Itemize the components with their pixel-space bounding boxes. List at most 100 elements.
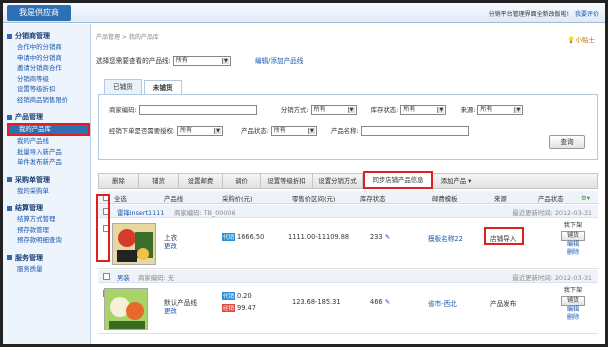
group-checkbox[interactable]	[103, 273, 110, 280]
dist-mode-select[interactable]: 所有 ▼	[310, 105, 357, 115]
bullet-icon	[7, 177, 12, 182]
add-product-button[interactable]: 添加产品 ▾	[433, 174, 479, 188]
delete-link[interactable]: 删除	[553, 249, 593, 257]
set-postage-button[interactable]: 设置邮费	[179, 174, 223, 188]
edit-product-line-link[interactable]: 编辑/添加产品线	[255, 57, 303, 65]
tips-link[interactable]: 💡小贴士	[567, 34, 595, 44]
sidebar-section-distributors: 分销商管理 合作中的分销商 申请中的分销商 邀请分销商合作 分销商等级 设置等级…	[3, 30, 90, 105]
product-name-label: 产品名称:	[330, 127, 359, 135]
sidebar-item[interactable]: 结算方式管理	[3, 214, 90, 225]
product-thumbnail[interactable]	[112, 223, 156, 265]
product-title-link[interactable]: 男装	[117, 273, 130, 282]
bullet-icon	[7, 114, 12, 120]
purchase-price-2: 经销 99.47	[222, 304, 256, 312]
list-button[interactable]: 铺货	[139, 174, 179, 188]
sidebar-item[interactable]: 批量导入新产品	[3, 147, 90, 158]
lightbulb-icon: 💡	[567, 36, 576, 44]
sidebar-item[interactable]: 邀请分销商合作	[3, 63, 90, 74]
brand-logo[interactable]: 我是供应商	[7, 5, 71, 21]
product-image	[113, 224, 155, 264]
sidebar-section-title[interactable]: 采购单管理	[3, 174, 90, 186]
sidebar-section-settlement: 结算管理 结算方式管理 预存款管理 预存款明细查询	[3, 202, 90, 246]
product-row: 默认产品线 更改 代销 0.20 经销 99.47 123.68-185.31 46…	[98, 284, 598, 334]
top-message: 分销平台管理界面全新改版啦! 我要评价	[489, 9, 599, 18]
feedback-link[interactable]: 我要评价	[575, 11, 599, 18]
chevron-down-icon: ▼	[307, 128, 315, 134]
sidebar-item[interactable]: 设置等级折扣	[3, 84, 90, 95]
filter-panel: 商家编码: 分销方式: 所有 ▼ 库存状态: 所有 ▼ 来源: 所有 ▼ 经销下单是否…	[98, 94, 598, 160]
sidebar-section-title[interactable]: 结算管理	[3, 202, 90, 214]
chevron-down-icon: ▼	[214, 128, 222, 134]
edit-link[interactable]: 编辑	[553, 306, 593, 314]
sidebar-item[interactable]: 单件发布新产品	[3, 157, 90, 168]
sidebar-item[interactable]: 申请中的分销商	[3, 53, 90, 64]
update-time: 最近更新时间: 2012-03-31	[512, 209, 592, 217]
product-line-selector: 选择您需要查看的产品线: 所有 ▼ 编辑/添加产品线	[96, 55, 303, 66]
search-button[interactable]: 查询	[549, 135, 585, 149]
change-line-link[interactable]: 更改	[164, 306, 177, 315]
edit-link[interactable]: 编辑	[553, 241, 593, 249]
tab-unlisted[interactable]: 未铺货	[143, 80, 182, 95]
merchant-code: 商家编码: 无	[138, 274, 175, 282]
col-select-all: 全选	[114, 195, 127, 203]
sidebar-item[interactable]: 预存款明细查询	[3, 235, 90, 246]
edit-pencil-icon[interactable]: ✎	[385, 233, 391, 241]
sidebar-item[interactable]: 我的产品线	[3, 136, 90, 147]
col-retail-range: 零售价区间(元)	[292, 195, 336, 203]
consign-badge: 代销	[222, 292, 236, 300]
list-product-button[interactable]: 铺货	[561, 231, 585, 241]
top-bar: 我是供应商 分销平台管理界面全新改版啦! 我要评价	[3, 3, 605, 23]
delete-link[interactable]: 删除	[553, 314, 593, 322]
col-product-status: 产品状态	[538, 195, 564, 203]
sidebar-item[interactable]: 预存款管理	[3, 225, 90, 236]
chevron-down-icon: ▼	[347, 107, 355, 113]
settings-icon[interactable]: ⚙▾	[581, 194, 590, 202]
action-toolbar: 删除 铺货 设置邮费 调价 设置等级折扣 设置分销方式 同步店铺产品信息 添加产…	[98, 171, 598, 189]
stock-status-select[interactable]: 所有 ▼	[400, 105, 447, 115]
product-status-select[interactable]: 所有 ▼	[270, 126, 317, 136]
delete-button[interactable]: 删除	[99, 174, 139, 188]
source-select[interactable]: 所有 ▼	[477, 105, 524, 115]
checkbox-highlight	[96, 194, 110, 262]
merchant-code-label: 商家编码:	[109, 106, 137, 114]
product-status-label: 产品状态:	[241, 127, 269, 135]
sidebar-section-title[interactable]: 分销商管理	[3, 30, 90, 42]
bullet-icon	[7, 33, 12, 39]
source-value: 产品发布	[490, 300, 517, 308]
sidebar-item[interactable]: 我的采购单	[3, 186, 90, 197]
tab-listed[interactable]: 已铺货	[104, 79, 142, 94]
sidebar-item[interactable]: 分销商等级	[3, 74, 90, 85]
stock-status-label: 库存状态:	[370, 106, 399, 114]
col-source: 来源	[494, 195, 507, 203]
sidebar-section-title[interactable]: 服务管理	[3, 252, 90, 264]
product-title-link[interactable]: 雷锋insert1111	[117, 208, 164, 217]
set-level-discount-button[interactable]: 设置等级折扣	[261, 174, 313, 188]
product-name-input[interactable]	[360, 126, 469, 136]
product-thumbnail[interactable]	[104, 288, 148, 330]
bullet-icon	[7, 205, 12, 211]
sidebar-item[interactable]: 经销商品销售限价	[3, 95, 90, 106]
adjust-price-button[interactable]: 调价	[223, 174, 261, 188]
product-line-select[interactable]: 所有 ▼	[172, 56, 231, 66]
purchase-price: 代销 0.20	[222, 292, 252, 300]
product-group-header: 雷锋insert1111 商家编码: TB_00006 最近更新时间: 2012…	[98, 205, 598, 218]
sidebar-item[interactable]: 合作中的分销商	[3, 42, 90, 53]
tab-bar: 已铺货 未铺货	[104, 79, 184, 95]
list-product-button[interactable]: 铺货	[561, 296, 585, 306]
postage-template-link[interactable]: 省市-西北	[428, 298, 457, 308]
auth-select[interactable]: 所有 ▼	[177, 126, 224, 136]
sync-shop-products-button[interactable]: 同步店铺产品信息	[363, 171, 433, 189]
sidebar-section-service: 服务管理 服务质量	[3, 252, 90, 275]
set-dist-mode-button[interactable]: 设置分销方式	[313, 174, 363, 188]
chevron-down-icon: ▼	[514, 107, 522, 113]
change-line-link[interactable]: 更改	[164, 241, 177, 250]
sidebar: 分销商管理 合作中的分销商 申请中的分销商 邀请分销商合作 分销商等级 设置等级…	[3, 24, 91, 344]
edit-pencil-icon[interactable]: ✎	[385, 298, 391, 306]
sidebar-item[interactable]: 服务质量	[3, 264, 90, 275]
sidebar-section-title[interactable]: 产品管理	[3, 111, 90, 123]
merchant-code-input[interactable]	[138, 105, 257, 115]
app-window: 我是供应商 分销平台管理界面全新改版啦! 我要评价 分销商管理 合作中的分销商 …	[0, 0, 608, 347]
sidebar-item-my-products[interactable]: 我的产品库	[7, 123, 90, 136]
postage-template-link[interactable]: 模板名称22	[428, 233, 463, 243]
announcement-text: 分销平台管理界面全新改版啦!	[488, 11, 570, 18]
